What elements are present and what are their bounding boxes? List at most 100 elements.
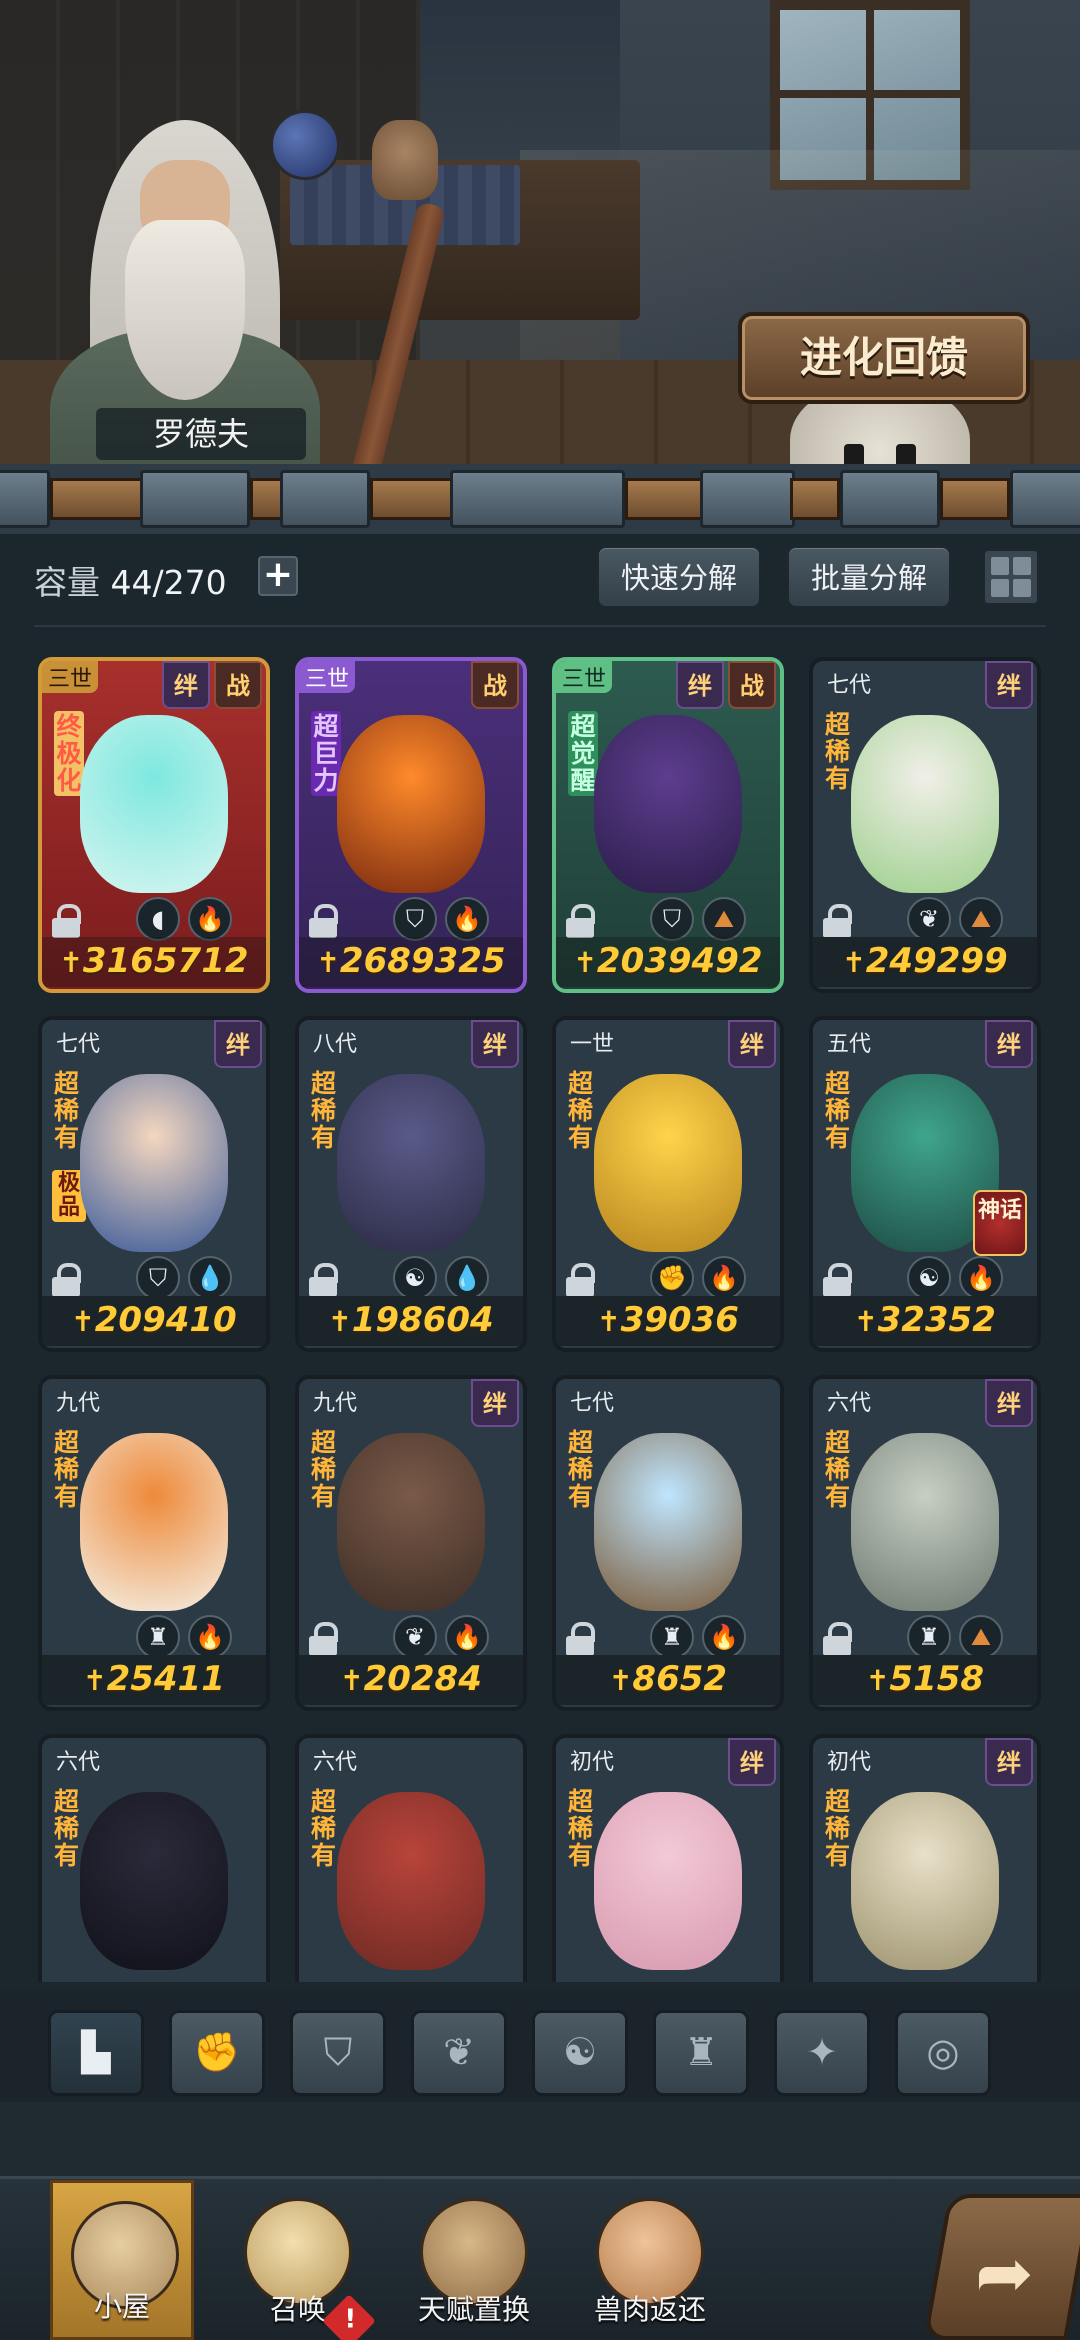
rarity-label: 超稀有: [825, 1428, 851, 1511]
monster-card[interactable]: 一世绊超稀有 ✊ 🔥 ✝39036: [552, 1016, 784, 1352]
leaf-icon[interactable]: ❦: [411, 2010, 507, 2096]
fist-icon[interactable]: ✊: [169, 2010, 265, 2096]
power-number: 5158: [889, 1659, 985, 1699]
rarity-label: 超稀有: [825, 1787, 851, 1870]
monster-card[interactable]: 五代绊超稀有 神话 ☯ 🔥 ✝32352: [809, 1016, 1041, 1352]
all-icon[interactable]: ▙: [48, 2010, 144, 2096]
lock-icon[interactable]: [823, 1263, 853, 1297]
power-number: 209410: [94, 1300, 237, 1340]
spirit-icon[interactable]: ☯: [532, 2010, 628, 2096]
monster-portrait: [337, 1792, 485, 1970]
ledge-plank: [370, 478, 460, 520]
divider: [34, 625, 1046, 627]
nav-hut[interactable]: 小屋: [50, 2180, 194, 2340]
power-number: 32352: [877, 1300, 996, 1340]
batch-decompose-button[interactable]: 批量分解: [786, 545, 953, 609]
generation-label: 六代: [313, 1750, 358, 1775]
lock-icon[interactable]: [52, 1263, 82, 1297]
generation-label: 八代: [313, 1032, 358, 1057]
monster-card[interactable]: 六代 超稀有: [295, 1734, 527, 1982]
monster-card[interactable]: 七代 超稀有 ♜ 🔥 ✝8652: [552, 1375, 784, 1711]
power-value: ✝249299: [813, 937, 1037, 987]
capacity: 容量 44/270: [34, 556, 227, 604]
generation-label: 初代: [827, 1750, 872, 1775]
monster-portrait: [337, 1433, 485, 1611]
monster-card[interactable]: 三世战超巨力 ⛉ 🔥 ✝2689325: [295, 657, 527, 993]
generation-label: 六代: [827, 1391, 872, 1416]
monster-card[interactable]: 三世绊战终极化 ◖ 🔥 ✝3165712: [38, 657, 270, 993]
monster-portrait: [851, 1433, 999, 1611]
ledge-stone: [840, 470, 940, 528]
monster-card[interactable]: 八代绊超稀有 ☯ 💧 ✝198604: [295, 1016, 527, 1352]
power-value: ✝5158: [813, 1655, 1037, 1705]
lock-icon[interactable]: [309, 1263, 339, 1297]
power-value: ✝2039492: [556, 937, 780, 987]
power-value: ✝32352: [813, 1296, 1037, 1346]
monster-portrait: [337, 1074, 485, 1252]
star-icon[interactable]: ✦: [774, 2010, 870, 2096]
quick-decompose-button[interactable]: 快速分解: [596, 545, 763, 609]
bond-tag: 绊: [728, 1020, 776, 1068]
monster-card[interactable]: 三世绊战超觉醒 ⛉ ⛰ ✝2039492: [552, 657, 784, 993]
generation-label: 七代: [827, 673, 872, 698]
monster-card[interactable]: 七代绊超稀有 ❦ ⛰ ✝249299: [809, 657, 1041, 993]
lock-icon[interactable]: [823, 1622, 853, 1656]
monster-card[interactable]: 六代绊超稀有 ♜ ⛰ ✝5158: [809, 1375, 1041, 1711]
arrow-right-icon[interactable]: ➦: [923, 2194, 1080, 2340]
nav-meat-return[interactable]: 兽肉返还: [578, 2180, 722, 2340]
power-icon: ✝: [340, 1664, 364, 1697]
water-icon: 💧: [445, 1256, 489, 1300]
rarity-label: 超觉醒: [568, 711, 598, 796]
rarity-label: 超稀有: [568, 1069, 594, 1152]
rarity-label: 超稀有: [311, 1069, 337, 1152]
rarity-label: 超稀有: [568, 1428, 594, 1511]
power-icon: ✝: [83, 1664, 107, 1697]
lock-icon[interactable]: [309, 1622, 339, 1656]
bond-tag: 绊: [985, 1379, 1033, 1427]
nav-talent-swap[interactable]: 天赋置换: [402, 2180, 546, 2340]
fire-icon: 🔥: [445, 897, 489, 941]
fist-icon: ✊: [650, 1256, 694, 1300]
power-value: ✝198604: [299, 1296, 523, 1346]
generation-label: 一世: [570, 1032, 615, 1057]
lock-icon[interactable]: [309, 904, 339, 938]
power-icon: ✝: [328, 1305, 352, 1338]
capacity-value: 44/270: [110, 563, 227, 602]
ledge-stone: [0, 470, 50, 528]
leaf-icon: ❦: [393, 1615, 437, 1659]
ledge-stone: [280, 470, 370, 528]
plus-icon[interactable]: +: [258, 556, 298, 596]
tower-icon: ♜: [650, 1615, 694, 1659]
monster-card[interactable]: 九代绊超稀有 ❦ 🔥 ✝20284: [295, 1375, 527, 1711]
monster-card[interactable]: 六代 超稀有: [38, 1734, 270, 1982]
monster-portrait: [594, 1792, 742, 1970]
generation-label: 五代: [827, 1032, 872, 1057]
power-icon: ✝: [573, 946, 597, 979]
generation-label: 初代: [570, 1750, 615, 1775]
nav-label: 天赋置换: [417, 2293, 530, 2326]
monster-card[interactable]: 七代绊超稀有 极品 ⛉ 💧 ✝209410: [38, 1016, 270, 1352]
monster-card[interactable]: 初代 绊超稀有: [552, 1734, 784, 1982]
tower-icon[interactable]: ♜: [653, 2010, 749, 2096]
power-icon: ✝: [59, 946, 83, 979]
earth-icon: ⛰: [959, 1615, 1003, 1659]
shield-icon[interactable]: ⛉: [290, 2010, 386, 2096]
nav-label: 兽肉返还: [593, 2293, 706, 2326]
power-number: 20284: [363, 1659, 482, 1699]
power-number: 8652: [632, 1659, 728, 1699]
monster-card[interactable]: 初代 绊超稀有: [809, 1734, 1041, 1982]
lock-icon[interactable]: [823, 904, 853, 938]
generation-label: 六代: [56, 1750, 101, 1775]
bond-tag: 绊: [162, 661, 210, 709]
monster-grid: 三世绊战终极化 ◖ 🔥 ✝3165712 三世战超巨力 ⛉ 🔥 ✝2689325 三世绊战超觉醒…: [38, 657, 1048, 1982]
lock-icon[interactable]: [52, 904, 82, 938]
monster-card[interactable]: 九代 超稀有 ♜ 🔥 ✝25411: [38, 1375, 270, 1711]
lock-icon[interactable]: [566, 1263, 596, 1297]
lock-icon[interactable]: [566, 904, 596, 938]
water-icon: 💧: [188, 1256, 232, 1300]
owl: [372, 120, 438, 200]
swirl-icon[interactable]: ◎: [895, 2010, 991, 2096]
lock-icon[interactable]: [566, 1622, 596, 1656]
grid-view-icon[interactable]: [982, 548, 1040, 606]
evolve-feedback-button[interactable]: 进化回馈: [738, 312, 1030, 404]
